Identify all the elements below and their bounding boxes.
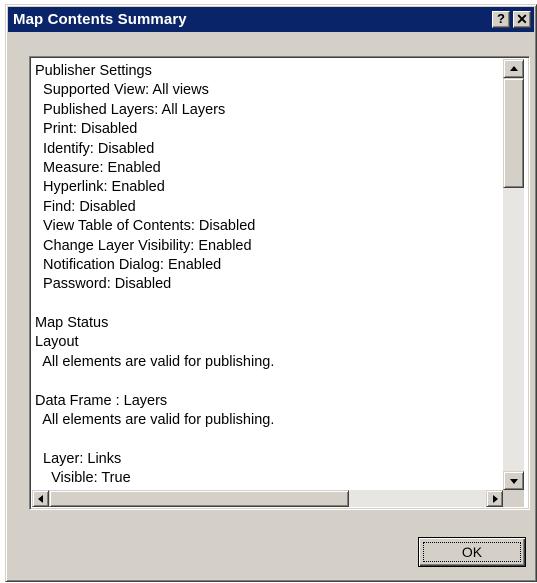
dialog-title: Map Contents Summary	[13, 11, 187, 28]
summary-line: Change Layer Visibility: Enabled	[35, 237, 252, 254]
summary-line: All elements are valid for publishing.	[35, 353, 275, 370]
ok-button[interactable]: OK	[418, 537, 526, 567]
arrow-down-icon	[510, 479, 518, 484]
summary-line: Print: Disabled	[35, 121, 138, 138]
vertical-scroll-thumb[interactable]	[503, 78, 524, 188]
horizontal-scroll-thumb[interactable]	[49, 490, 349, 507]
scroll-left-button[interactable]	[32, 490, 49, 507]
ok-button-label: OK	[461, 544, 483, 560]
summary-line: Identify: Disabled	[35, 140, 155, 157]
arrow-left-icon	[38, 495, 43, 503]
summary-line: Find: Disabled	[35, 198, 136, 215]
summary-line: Notification Dialog: Enabled	[35, 256, 222, 273]
horizontal-scrollbar[interactable]	[32, 490, 503, 507]
summary-text-box[interactable]: Publisher Settings Supported View: All v…	[29, 56, 530, 510]
map-contents-summary-dialog: Map Contents Summary ? ✕ Publisher Setti…	[5, 4, 537, 582]
summary-line: Publisher Settings	[35, 63, 152, 79]
summary-line: Published Layers: All Layers	[35, 101, 226, 118]
summary-line: Password: Disabled	[35, 276, 172, 293]
vertical-scrollbar[interactable]	[503, 59, 524, 490]
summary-line: Supported View: All views	[35, 82, 209, 99]
summary-line	[35, 430, 500, 449]
summary-line	[35, 295, 500, 314]
title-bar[interactable]: Map Contents Summary ? ✕	[8, 7, 534, 32]
summary-line: Measure: Enabled	[35, 159, 161, 176]
help-button[interactable]: ?	[492, 11, 510, 28]
summary-line: Hyperlink: Enabled	[35, 179, 165, 196]
summary-line: Layer: Links	[35, 450, 122, 467]
summary-line: View Table of Contents: Disabled	[35, 218, 256, 235]
summary-line	[35, 372, 500, 391]
close-icon: ✕	[516, 11, 528, 27]
arrow-right-icon	[493, 495, 498, 503]
summary-line: Data Frame : Layers	[35, 392, 168, 409]
close-button[interactable]: ✕	[513, 11, 531, 28]
scroll-up-button[interactable]	[503, 59, 524, 78]
summary-content: Publisher Settings Supported View: All v…	[35, 62, 500, 487]
summary-line: Layout	[35, 334, 79, 351]
help-icon: ?	[497, 11, 505, 26]
summary-line: All elements are valid for publishing.	[35, 412, 275, 429]
summary-line: Visible: True	[35, 470, 131, 487]
scroll-down-button[interactable]	[503, 471, 524, 490]
scrollbar-corner	[503, 490, 524, 507]
arrow-up-icon	[510, 66, 518, 71]
summary-line: Map Status	[35, 315, 109, 332]
scroll-right-button[interactable]	[486, 490, 503, 507]
